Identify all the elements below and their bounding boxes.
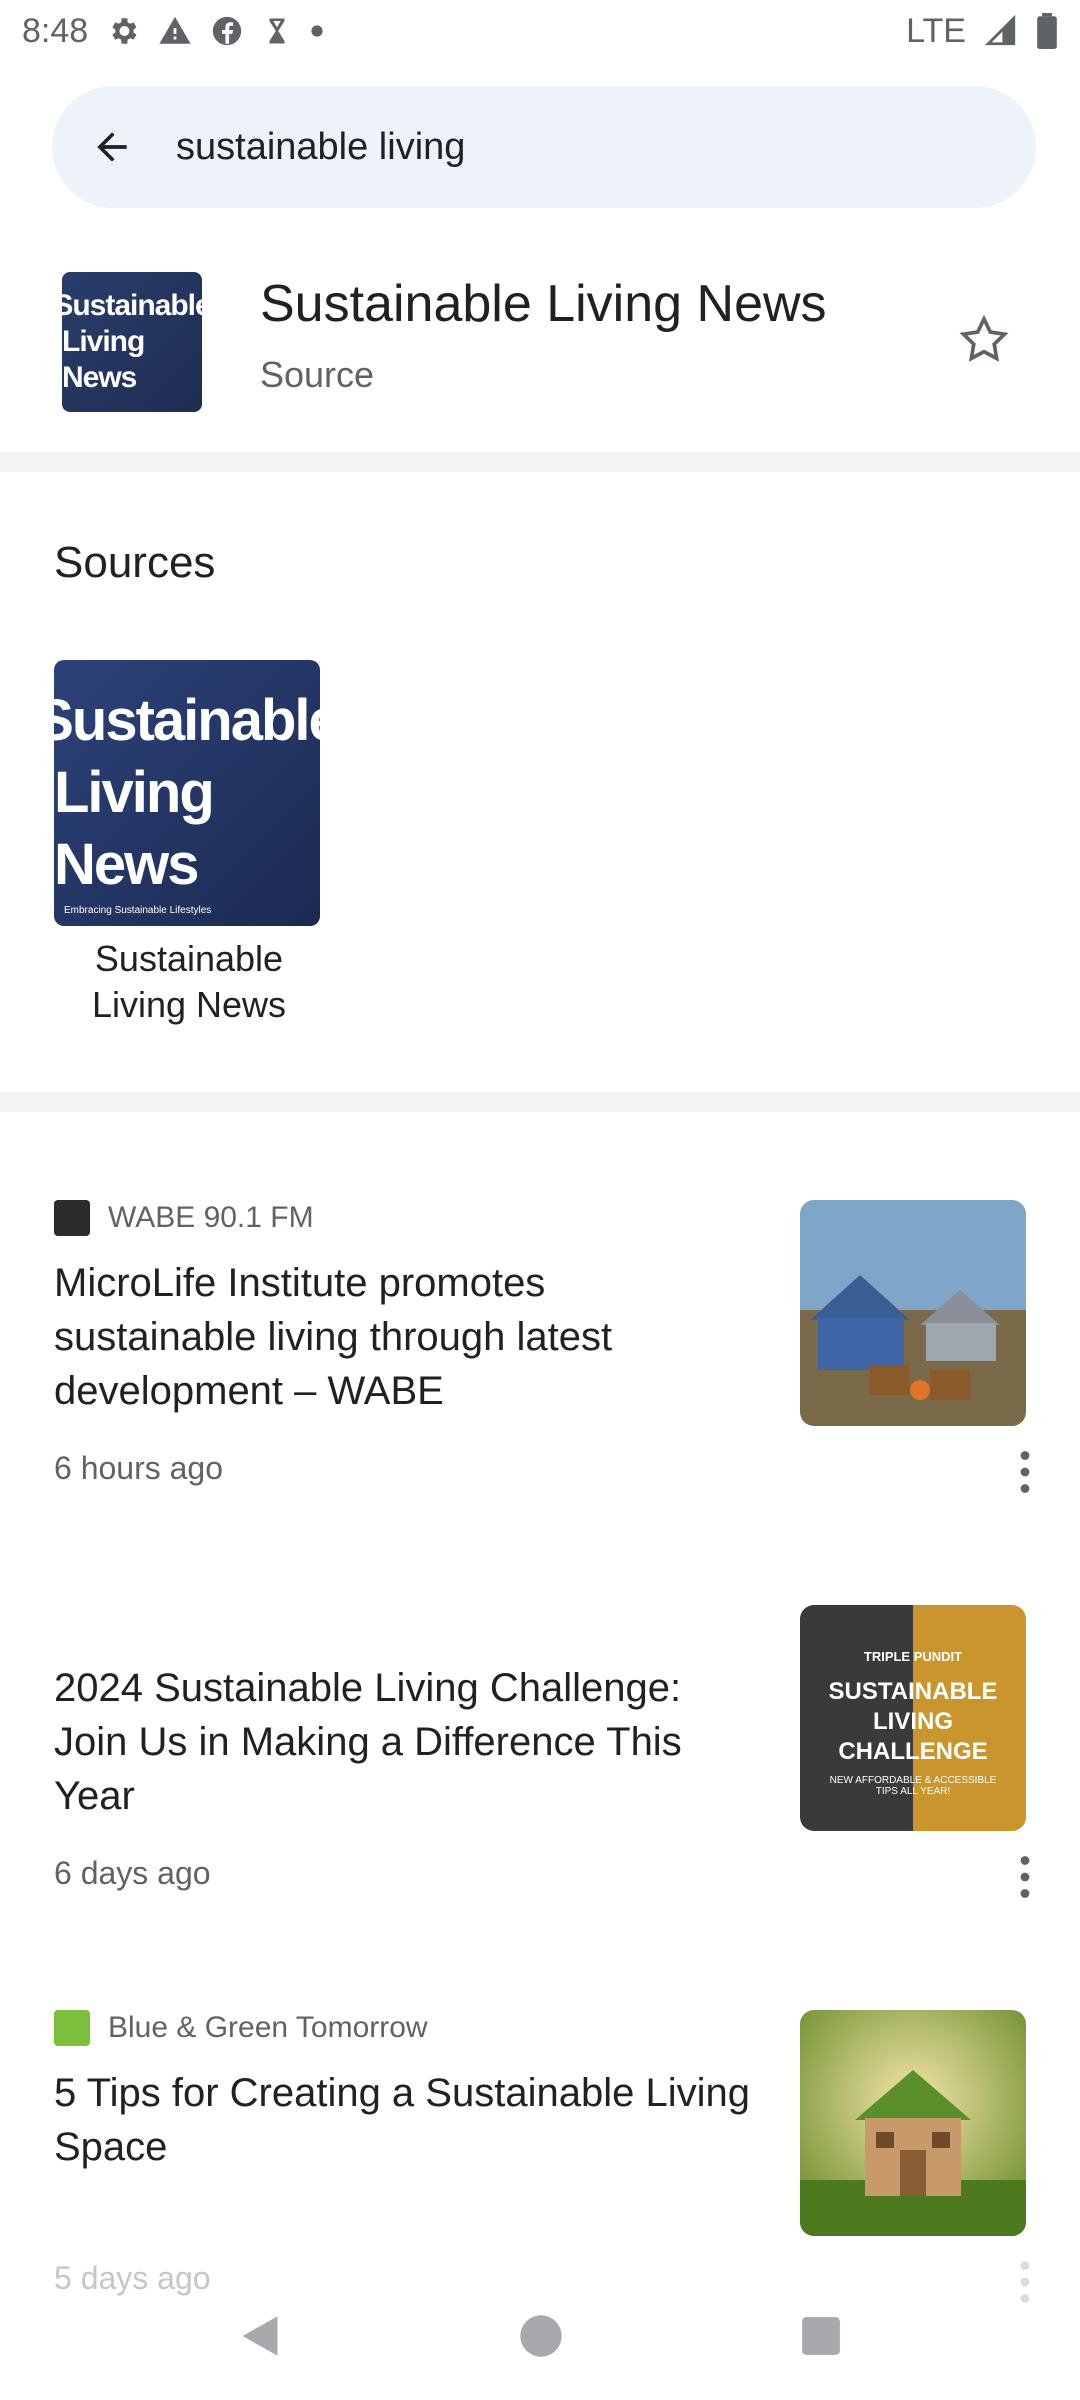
back-button[interactable] <box>52 86 172 208</box>
publisher-name: Blue & Green Tomorrow <box>108 2011 428 2044</box>
publisher-logo <box>54 2010 90 2046</box>
nav-back-icon <box>242 2316 278 2356</box>
source-card-thumbnail: Sustainable Living News Embracing Sustai… <box>54 660 320 926</box>
dot-icon <box>310 24 324 38</box>
more-vert-icon <box>1020 1451 1030 1493</box>
article-headline[interactable]: 5 Tips for Creating a Sustainable Living… <box>54 2066 754 2174</box>
nav-recents-icon <box>802 2317 840 2355</box>
network-label: LTE <box>906 11 966 50</box>
more-vert-icon <box>1020 1856 1030 1898</box>
article-headline[interactable]: MicroLife Institute promotes sustainable… <box>54 1256 754 1418</box>
article-thumbnail[interactable] <box>800 1200 1026 1426</box>
topic-title: Sustainable Living News <box>260 275 827 333</box>
publisher-name: WABE 90.1 FM <box>108 1201 314 1234</box>
article-thumbnail[interactable] <box>800 2010 1026 2236</box>
topic-thumb-line1: Sustainable <box>62 289 202 322</box>
topic-header: Sustainable Living News Sustainable Livi… <box>0 260 1080 430</box>
article-time: 6 days ago <box>54 1855 211 1891</box>
publisher-logo <box>54 1605 90 1641</box>
system-nav-bar <box>0 2286 1080 2386</box>
section-divider <box>0 1092 1080 1112</box>
thumb-title-bottom: NEW AFFORDABLE & ACCESSIBLE TIPS ALL YEA… <box>829 1775 997 1797</box>
article-thumbnail[interactable]: TRIPLE PUNDIT SUSTAINABLE LIVING CHALLEN… <box>800 1605 1026 1831</box>
source-thumb-line1: Sustainable <box>54 688 320 753</box>
thumb-title-main: SUSTAINABLE LIVING CHALLENGE <box>828 1678 998 1765</box>
hourglass-icon <box>262 14 292 48</box>
nav-recents-button[interactable] <box>800 2315 842 2357</box>
topic-subtitle: Source <box>260 354 375 395</box>
topic-thumbnail[interactable]: Sustainable Living News <box>62 272 202 412</box>
topic-thumb-line2: Living News <box>62 325 145 394</box>
status-bar: 8:48 LTE <box>0 0 1080 62</box>
arrow-back-icon <box>97 132 127 162</box>
settings-icon <box>106 14 140 48</box>
search-bar <box>52 86 1036 208</box>
article-publisher: Blue & Green Tomorrow <box>54 2010 428 2046</box>
star-outline-icon <box>959 314 1009 362</box>
source-thumb-line2: Living News <box>54 760 215 897</box>
section-divider <box>0 452 1080 472</box>
source-card-label: Sustainable Living News <box>91 938 287 1025</box>
warning-icon <box>158 14 192 48</box>
source-thumb-caption: Embracing Sustainable Lifestyles <box>64 905 212 916</box>
status-time: 8:48 <box>22 11 89 50</box>
sources-heading: Sources <box>54 538 216 587</box>
thumb-title-top: TRIPLE PUNDIT <box>863 1649 963 1664</box>
article-time: 6 hours ago <box>54 1450 224 1486</box>
nav-home-icon <box>520 2315 562 2357</box>
follow-button[interactable] <box>944 300 1024 380</box>
source-card[interactable]: Sustainable Living News Embracing Sustai… <box>54 660 324 1028</box>
facebook-icon <box>210 14 244 48</box>
signal-icon <box>984 14 1018 48</box>
publisher-logo <box>54 1200 90 1236</box>
nav-home-button[interactable] <box>518 2313 564 2359</box>
article-publisher <box>54 1605 108 1641</box>
more-options-button[interactable] <box>990 1837 1060 1917</box>
nav-back-button[interactable] <box>238 2312 282 2360</box>
more-options-button[interactable] <box>990 1432 1060 1512</box>
article-publisher: WABE 90.1 FM <box>54 1200 314 1236</box>
search-input[interactable] <box>176 125 866 169</box>
article-headline[interactable]: 2024 Sustainable Living Challenge: Join … <box>54 1661 754 1823</box>
battery-icon <box>1036 13 1058 49</box>
